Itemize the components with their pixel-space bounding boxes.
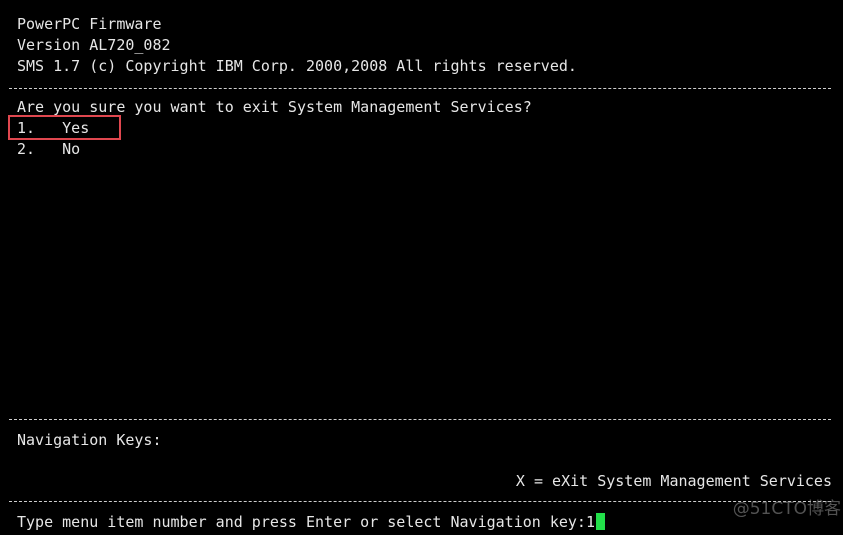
sms-terminal: PowerPC Firmware Version AL720_082 SMS 1…	[0, 0, 843, 535]
command-input-line[interactable]: Type menu item number and press Enter or…	[17, 512, 605, 532]
exit-navigation-key[interactable]: X = eXit System Management Services	[516, 471, 832, 491]
menu-item-number: 2.	[17, 140, 36, 158]
firmware-version: Version AL720_082	[17, 36, 171, 54]
input-prompt: Type menu item number and press Enter or…	[17, 513, 586, 531]
menu-item-label: No	[62, 140, 81, 158]
separator-top	[9, 88, 831, 89]
exit-confirm-question: Are you sure you want to exit System Man…	[17, 98, 532, 116]
separator-bottom	[9, 501, 831, 502]
watermark-text: @51CTO博客	[732, 499, 841, 519]
input-value[interactable]: 1	[586, 513, 595, 531]
menu-item-no[interactable]: 2. No	[17, 139, 80, 159]
firmware-title: PowerPC Firmware	[17, 15, 162, 33]
cursor-block	[595, 513, 605, 530]
navigation-keys-heading: Navigation Keys:	[17, 431, 162, 449]
separator-middle	[9, 419, 831, 420]
selection-highlight-box	[8, 115, 121, 140]
copyright-line: SMS 1.7 (c) Copyright IBM Corp. 2000,200…	[17, 57, 577, 75]
